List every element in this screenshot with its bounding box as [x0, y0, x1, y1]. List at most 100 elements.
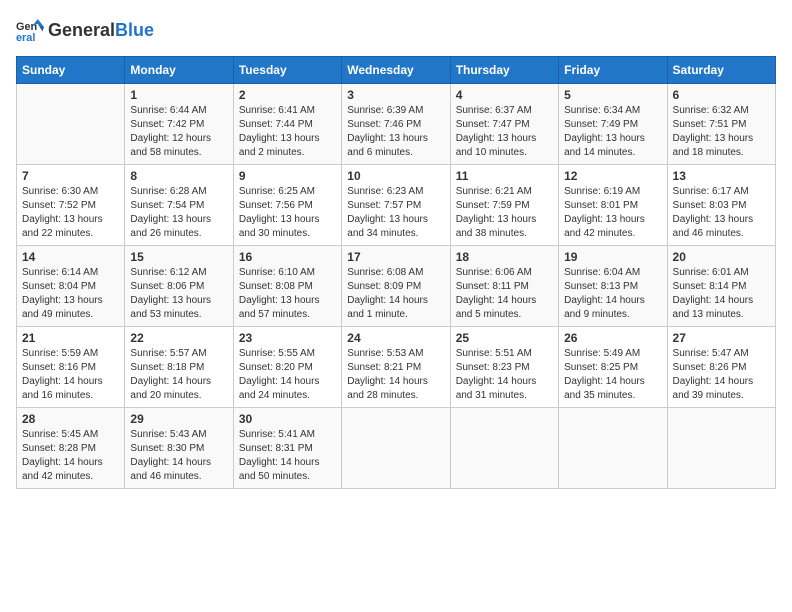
- calendar-cell: 9 Sunrise: 6:25 AM Sunset: 7:56 PM Daylig…: [233, 165, 341, 246]
- day-number: 18: [456, 250, 553, 264]
- day-number: 16: [239, 250, 336, 264]
- day-number: 23: [239, 331, 336, 345]
- calendar-cell: 13Sunrise: 6:17 AM Sunset: 8:03 PM Dayli…: [667, 165, 775, 246]
- calendar-cell: 25 Sunrise: 5:51 AM Sunset: 8:23 PM Dayli…: [450, 327, 558, 408]
- day-number: 7: [22, 169, 119, 183]
- day-details: Sunrise: 5:57 AM Sunset: 8:18 PM Dayligh…: [130, 347, 227, 403]
- page-header: Gen eral GeneralBlue: [16, 16, 776, 44]
- day-number: 30: [239, 412, 336, 426]
- calendar-cell: 21 Sunrise: 5:59 AM Sunset: 8:16 PM Dayli…: [17, 327, 125, 408]
- calendar-cell: 11 Sunrise: 6:21 AM Sunset: 7:59 PM Dayli…: [450, 165, 558, 246]
- calendar-week-row: 14Sunrise: 6:14 AM Sunset: 8:04 PM Dayli…: [17, 246, 776, 327]
- logo: Gen eral GeneralBlue: [16, 16, 154, 44]
- day-number: 25: [456, 331, 553, 345]
- generalblue-logo-icon: Gen eral: [16, 16, 44, 44]
- logo-text-general: General: [48, 20, 115, 40]
- calendar-header: SundayMondayTuesdayWednesdayThursdayFrid…: [17, 57, 776, 84]
- day-details: Sunrise: 6:39 AM Sunset: 7:46 PM Dayligh…: [347, 104, 444, 160]
- calendar-cell: 24Sunrise: 5:53 AM Sunset: 8:21 PM Dayli…: [342, 327, 450, 408]
- calendar-cell: 18Sunrise: 6:06 AM Sunset: 8:11 PM Dayli…: [450, 246, 558, 327]
- day-details: Sunrise: 6:37 AM Sunset: 7:47 PM Dayligh…: [456, 104, 553, 160]
- day-number: 3: [347, 88, 444, 102]
- day-details: Sunrise: 6:14 AM Sunset: 8:04 PM Dayligh…: [22, 266, 119, 322]
- day-number: 15: [130, 250, 227, 264]
- calendar-week-row: 7 Sunrise: 6:30 AM Sunset: 7:52 PM Daylig…: [17, 165, 776, 246]
- calendar-cell: [342, 408, 450, 489]
- day-number: 11: [456, 169, 553, 183]
- day-details: Sunrise: 6:23 AM Sunset: 7:57 PM Dayligh…: [347, 185, 444, 241]
- day-number: 6: [673, 88, 770, 102]
- calendar-cell: [17, 84, 125, 165]
- weekday-header-tuesday: Tuesday: [233, 57, 341, 84]
- day-number: 8: [130, 169, 227, 183]
- day-number: 13: [673, 169, 770, 183]
- calendar-cell: 26 Sunrise: 5:49 AM Sunset: 8:25 PM Dayli…: [559, 327, 667, 408]
- day-number: 10: [347, 169, 444, 183]
- calendar-cell: 10 Sunrise: 6:23 AM Sunset: 7:57 PM Dayli…: [342, 165, 450, 246]
- day-number: 26: [564, 331, 661, 345]
- calendar-week-row: 28 Sunrise: 5:45 AM Sunset: 8:28 PM Dayli…: [17, 408, 776, 489]
- calendar-cell: [450, 408, 558, 489]
- calendar-cell: 28 Sunrise: 5:45 AM Sunset: 8:28 PM Dayli…: [17, 408, 125, 489]
- day-details: Sunrise: 5:45 AM Sunset: 8:28 PM Dayligh…: [22, 428, 119, 484]
- day-details: Sunrise: 6:25 AM Sunset: 7:56 PM Dayligh…: [239, 185, 336, 241]
- day-details: Sunrise: 6:04 AM Sunset: 8:13 PM Dayligh…: [564, 266, 661, 322]
- day-number: 5: [564, 88, 661, 102]
- calendar-cell: [667, 408, 775, 489]
- svg-text:eral: eral: [16, 32, 35, 44]
- day-number: 20: [673, 250, 770, 264]
- day-details: Sunrise: 6:10 AM Sunset: 8:08 PM Dayligh…: [239, 266, 336, 322]
- calendar-cell: 22 Sunrise: 5:57 AM Sunset: 8:18 PM Dayli…: [125, 327, 233, 408]
- day-details: Sunrise: 6:32 AM Sunset: 7:51 PM Dayligh…: [673, 104, 770, 160]
- calendar-cell: 23 Sunrise: 5:55 AM Sunset: 8:20 PM Dayli…: [233, 327, 341, 408]
- weekday-header-monday: Monday: [125, 57, 233, 84]
- calendar-cell: 1Sunrise: 6:44 AM Sunset: 7:42 PM Daylig…: [125, 84, 233, 165]
- day-details: Sunrise: 5:49 AM Sunset: 8:25 PM Dayligh…: [564, 347, 661, 403]
- calendar-cell: 20 Sunrise: 6:01 AM Sunset: 8:14 PM Dayli…: [667, 246, 775, 327]
- day-details: Sunrise: 6:19 AM Sunset: 8:01 PM Dayligh…: [564, 185, 661, 241]
- calendar-table: SundayMondayTuesdayWednesdayThursdayFrid…: [16, 56, 776, 489]
- calendar-body: 1Sunrise: 6:44 AM Sunset: 7:42 PM Daylig…: [17, 84, 776, 489]
- calendar-cell: 14Sunrise: 6:14 AM Sunset: 8:04 PM Dayli…: [17, 246, 125, 327]
- calendar-cell: 27Sunrise: 5:47 AM Sunset: 8:26 PM Dayli…: [667, 327, 775, 408]
- day-details: Sunrise: 6:28 AM Sunset: 7:54 PM Dayligh…: [130, 185, 227, 241]
- weekday-header-wednesday: Wednesday: [342, 57, 450, 84]
- day-number: 29: [130, 412, 227, 426]
- calendar-cell: 30 Sunrise: 5:41 AM Sunset: 8:31 PM Dayli…: [233, 408, 341, 489]
- calendar-cell: 29 Sunrise: 5:43 AM Sunset: 8:30 PM Dayli…: [125, 408, 233, 489]
- day-details: Sunrise: 5:43 AM Sunset: 8:30 PM Dayligh…: [130, 428, 227, 484]
- weekday-header-friday: Friday: [559, 57, 667, 84]
- day-details: Sunrise: 5:59 AM Sunset: 8:16 PM Dayligh…: [22, 347, 119, 403]
- day-number: 9: [239, 169, 336, 183]
- day-details: Sunrise: 6:30 AM Sunset: 7:52 PM Dayligh…: [22, 185, 119, 241]
- day-number: 19: [564, 250, 661, 264]
- calendar-cell: 7 Sunrise: 6:30 AM Sunset: 7:52 PM Daylig…: [17, 165, 125, 246]
- calendar-cell: 2Sunrise: 6:41 AM Sunset: 7:44 PM Daylig…: [233, 84, 341, 165]
- calendar-cell: 16 Sunrise: 6:10 AM Sunset: 8:08 PM Dayli…: [233, 246, 341, 327]
- day-number: 22: [130, 331, 227, 345]
- day-number: 12: [564, 169, 661, 183]
- day-number: 17: [347, 250, 444, 264]
- weekday-header-thursday: Thursday: [450, 57, 558, 84]
- day-details: Sunrise: 6:21 AM Sunset: 7:59 PM Dayligh…: [456, 185, 553, 241]
- day-details: Sunrise: 5:53 AM Sunset: 8:21 PM Dayligh…: [347, 347, 444, 403]
- day-details: Sunrise: 6:01 AM Sunset: 8:14 PM Dayligh…: [673, 266, 770, 322]
- day-details: Sunrise: 6:08 AM Sunset: 8:09 PM Dayligh…: [347, 266, 444, 322]
- day-number: 4: [456, 88, 553, 102]
- day-number: 28: [22, 412, 119, 426]
- calendar-cell: 3 Sunrise: 6:39 AM Sunset: 7:46 PM Daylig…: [342, 84, 450, 165]
- day-details: Sunrise: 5:47 AM Sunset: 8:26 PM Dayligh…: [673, 347, 770, 403]
- day-details: Sunrise: 6:12 AM Sunset: 8:06 PM Dayligh…: [130, 266, 227, 322]
- day-number: 2: [239, 88, 336, 102]
- calendar-week-row: 21 Sunrise: 5:59 AM Sunset: 8:16 PM Dayli…: [17, 327, 776, 408]
- header-row: SundayMondayTuesdayWednesdayThursdayFrid…: [17, 57, 776, 84]
- calendar-cell: 19 Sunrise: 6:04 AM Sunset: 8:13 PM Dayli…: [559, 246, 667, 327]
- day-details: Sunrise: 5:41 AM Sunset: 8:31 PM Dayligh…: [239, 428, 336, 484]
- day-details: Sunrise: 5:55 AM Sunset: 8:20 PM Dayligh…: [239, 347, 336, 403]
- calendar-cell: [559, 408, 667, 489]
- weekday-header-sunday: Sunday: [17, 57, 125, 84]
- day-details: Sunrise: 5:51 AM Sunset: 8:23 PM Dayligh…: [456, 347, 553, 403]
- calendar-cell: 4 Sunrise: 6:37 AM Sunset: 7:47 PM Daylig…: [450, 84, 558, 165]
- day-details: Sunrise: 6:44 AM Sunset: 7:42 PM Dayligh…: [130, 104, 227, 160]
- day-number: 21: [22, 331, 119, 345]
